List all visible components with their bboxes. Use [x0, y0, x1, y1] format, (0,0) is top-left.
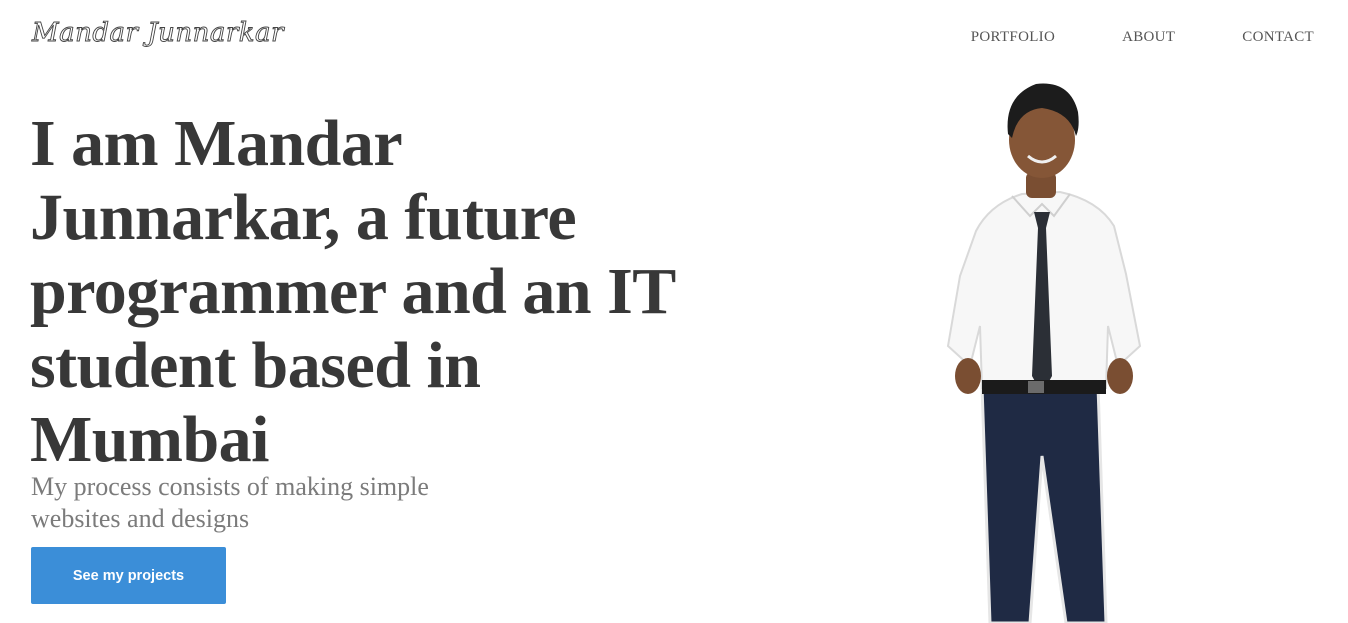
nav-portfolio-link[interactable]: PORTFOLIO — [971, 29, 1055, 46]
main-nav: PORTFOLIO ABOUT CONTACT — [971, 29, 1314, 46]
hero-subtitle: My process consists of making simple web… — [31, 472, 429, 533]
profile-photo — [946, 83, 1142, 623]
see-projects-button[interactable]: See my projects — [31, 547, 226, 604]
site-logo[interactable]: Mandar Junnarkar — [32, 18, 284, 49]
nav-contact-link[interactable]: CONTACT — [1242, 29, 1314, 46]
hero-title: I am Mandar Junnarkar, a future programm… — [30, 107, 675, 476]
nav-about-link[interactable]: ABOUT — [1122, 29, 1175, 46]
